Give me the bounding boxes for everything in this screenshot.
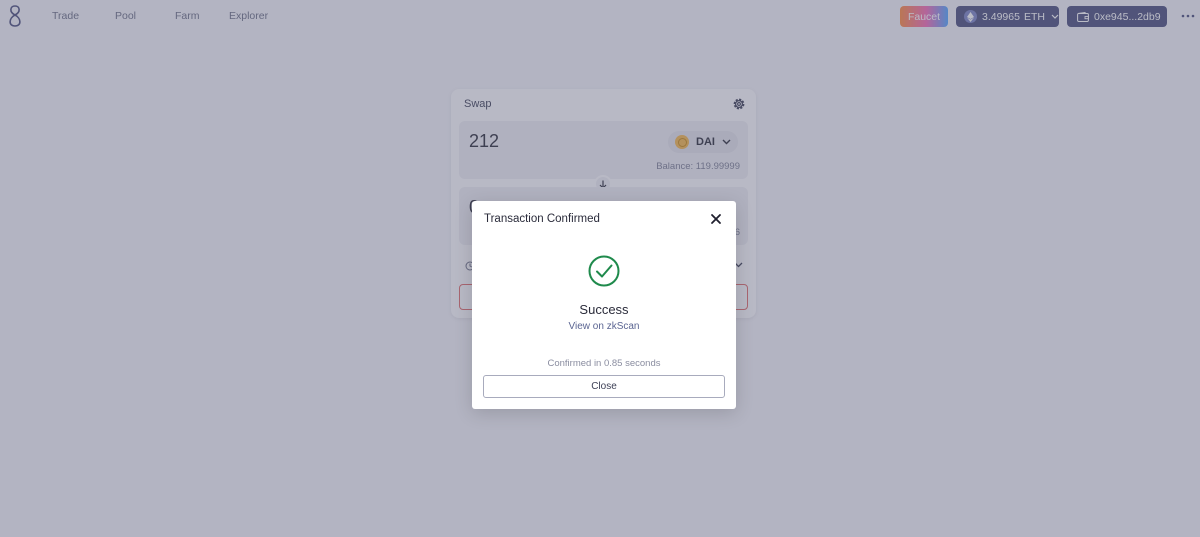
transaction-confirmed-modal: Transaction Confirmed Success View on zk…: [472, 201, 736, 409]
confirmation-time: Confirmed in 0.85 seconds: [547, 358, 661, 369]
view-on-zkscan-link[interactable]: View on zkScan: [472, 321, 736, 332]
success-check-icon: [588, 255, 620, 287]
success-status: Success: [579, 302, 629, 317]
close-icon[interactable]: [710, 213, 722, 225]
modal-title: Transaction Confirmed: [484, 213, 600, 225]
close-button[interactable]: Close: [483, 375, 725, 398]
